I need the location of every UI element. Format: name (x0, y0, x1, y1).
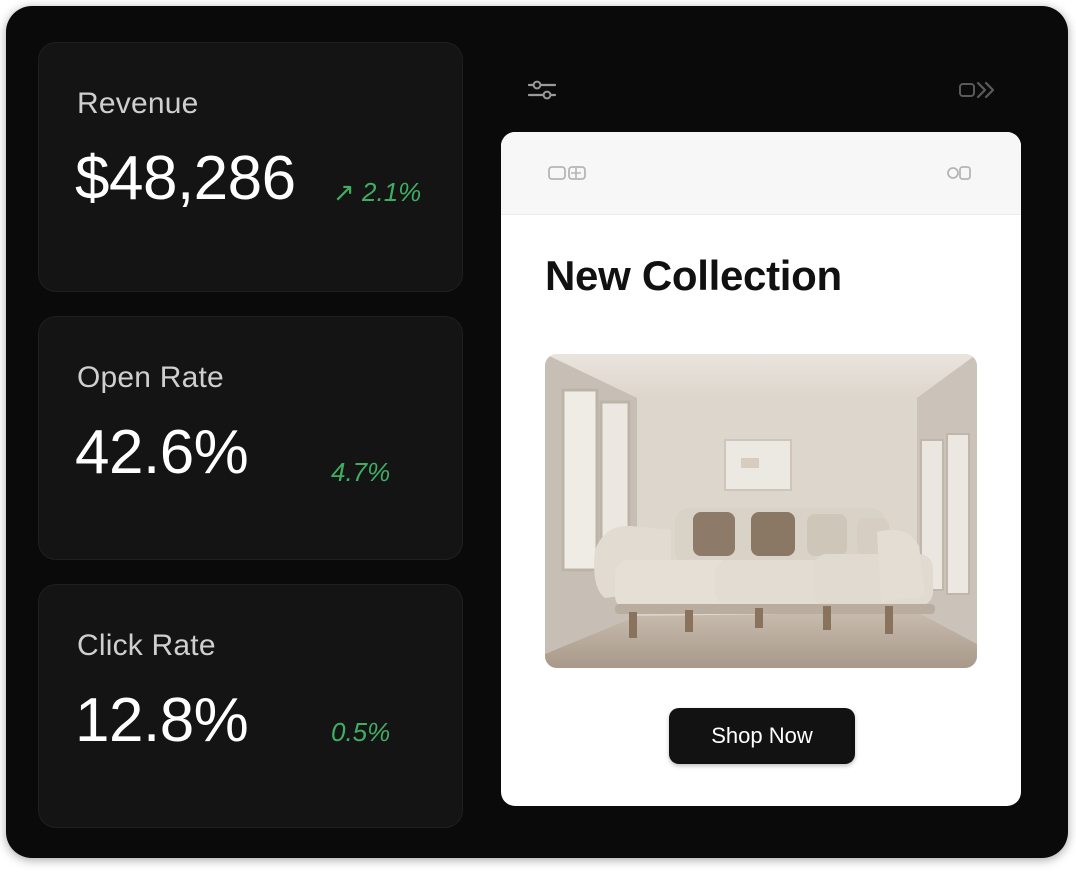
click-rate-value: 12.8% (75, 686, 249, 755)
click-rate-card[interactable]: Click Rate 12.8% 0.5% (38, 584, 463, 828)
window-controls-icon[interactable] (547, 160, 589, 186)
living-room-sofa-image (545, 354, 977, 668)
click-rate-label: Click Rate (77, 629, 216, 662)
open-rate-delta: 4.7% (331, 457, 391, 487)
revenue-value: $48,286 (75, 144, 296, 213)
email-preview: New Collection Shop Now (501, 132, 1021, 806)
shop-now-button[interactable]: Shop Now (669, 708, 855, 764)
revenue-delta: ↗ 2.1% (333, 177, 422, 207)
sliders-icon[interactable] (522, 76, 562, 104)
open-rate-value: 42.6% (75, 418, 249, 487)
settings-icon[interactable] (945, 160, 973, 186)
revenue-label: Revenue (77, 87, 199, 120)
preview-title: New Collection (545, 252, 842, 299)
preview-toolbar (501, 132, 1021, 215)
revenue-card[interactable]: Revenue $48,286 ↗ 2.1% (38, 42, 463, 292)
open-rate-label: Open Rate (77, 361, 224, 394)
click-rate-delta: 0.5% (331, 717, 391, 747)
dashboard-panel: Revenue $48,286 ↗ 2.1% Open Rate 42.6% 4… (6, 6, 1068, 858)
forward-icon[interactable] (956, 76, 1000, 104)
open-rate-card[interactable]: Open Rate 42.6% 4.7% (38, 316, 463, 560)
